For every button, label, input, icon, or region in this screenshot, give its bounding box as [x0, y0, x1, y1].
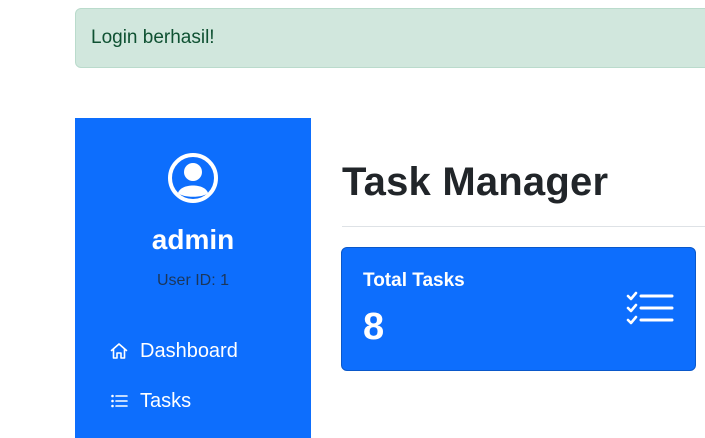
sidebar-item-label: Tasks [140, 389, 192, 412]
sidebar-item-tasks[interactable]: Tasks [109, 386, 191, 416]
page-title: Task Manager [342, 160, 609, 204]
sidebar: admin User ID: 1 Dashboard Tasks [75, 118, 311, 438]
total-tasks-card: Total Tasks 8 [341, 247, 696, 371]
sidebar-item-dashboard[interactable]: Dashboard [109, 336, 238, 366]
sidebar-item-label: Dashboard [140, 339, 238, 362]
card-title: Total Tasks [363, 270, 465, 291]
checklist-icon [626, 291, 674, 325]
title-divider [342, 226, 705, 227]
login-success-alert: Login berhasil! [75, 8, 705, 68]
username: admin [151, 224, 235, 255]
person-circle-icon [168, 153, 218, 203]
house-icon [109, 341, 129, 361]
user-id: User ID: 1 [156, 272, 229, 289]
alert-message: Login berhasil! [91, 27, 215, 48]
list-icon [109, 391, 129, 411]
card-value: 8 [363, 306, 385, 348]
